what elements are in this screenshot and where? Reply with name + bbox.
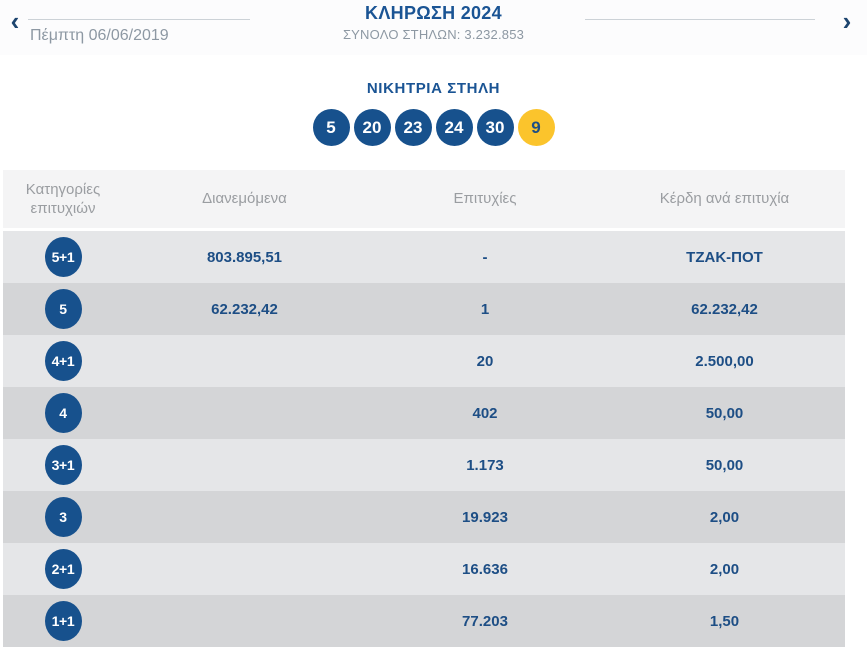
prize-value: 1,50: [709, 612, 740, 630]
column-header-category: Κατηγορίες επιτυχιών: [25, 180, 101, 218]
wins-value: 19.923: [462, 508, 508, 526]
category-badge: 5+1: [44, 237, 82, 277]
category-badge: 5: [44, 289, 82, 329]
table-row: 5+1 803.895,51 - ΤΖΑΚ-ΠΟΤ: [3, 231, 845, 283]
table-row: 4 402 50,00: [3, 387, 845, 439]
winning-number-ball: 24: [435, 109, 473, 146]
wins-value: 1: [480, 300, 490, 318]
prize-value: 2.500,00: [695, 352, 754, 370]
column-header-wins: Επιτυχίες: [453, 190, 517, 208]
prize-value: 2,00: [709, 508, 740, 526]
prize-tiers-table: Κατηγορίες επιτυχιών Διανεμόμενα Επιτυχί…: [3, 170, 845, 647]
divider-line: [585, 19, 815, 20]
table-header-row: Κατηγορίες επιτυχιών Διανεμόμενα Επιτυχί…: [3, 170, 845, 228]
next-draw-button[interactable]: ›: [835, 8, 859, 34]
winning-column-heading: ΝΙΚΗΤΡΙΑ ΣΤΗΛΗ: [366, 80, 501, 97]
prize-value: 2,00: [709, 560, 740, 578]
category-badge: 4: [44, 393, 82, 433]
category-badge: 2+1: [44, 549, 82, 589]
prize-value: 50,00: [705, 456, 744, 474]
draw-date: Πέμπτη 06/06/2019: [30, 27, 169, 44]
prize-value: ΤΖΑΚ-ΠΟΤ: [686, 248, 763, 266]
wins-value: 16.636: [462, 560, 508, 578]
draw-navigation: ‹ ΚΛΗΡΩΣΗ 2024 ΣΥΝΟΛΟ ΣΤΗΛΩΝ: 3.232.853 …: [0, 0, 867, 55]
prize-value: 50,00: [705, 404, 744, 422]
distributed-value: 62.232,42: [211, 300, 278, 318]
wins-value: -: [482, 248, 488, 266]
table-row: 3 19.923 2,00: [3, 491, 845, 543]
table-body: 5+1 803.895,51 - ΤΖΑΚ-ΠΟΤ 5 62.232,42 1 …: [3, 231, 845, 647]
winning-number-ball: 5: [312, 109, 350, 146]
wins-value: 402: [472, 404, 498, 422]
wins-value: 1.173: [466, 456, 504, 474]
winning-numbers: 5 20 23 24 30 9: [0, 109, 867, 146]
column-header-distributed: Διανεμόμενα: [202, 190, 287, 208]
category-badge: 1+1: [44, 601, 82, 641]
table-row: 4+1 20 2.500,00: [3, 335, 845, 387]
winning-number-ball: 20: [353, 109, 391, 146]
winning-number-ball: 23: [394, 109, 432, 146]
wins-value: 77.203: [462, 612, 508, 630]
table-row: 3+1 1.173 50,00: [3, 439, 845, 491]
category-badge: 3+1: [44, 445, 82, 485]
column-header-prize: Κέρδη ανά επιτυχία: [659, 190, 790, 208]
wins-value: 20: [476, 352, 494, 370]
table-row: 5 62.232,42 1 62.232,42: [3, 283, 845, 335]
table-row: 2+1 16.636 2,00: [3, 543, 845, 595]
prize-value: 62.232,42: [691, 300, 758, 318]
table-row: 1+1 77.203 1,50: [3, 595, 845, 647]
distributed-value: 803.895,51: [206, 248, 283, 266]
category-badge: 4+1: [44, 341, 82, 381]
winning-column-section: ΝΙΚΗΤΡΙΑ ΣΤΗΛΗ 5 20 23 24 30 9: [0, 80, 867, 146]
draw-title: ΚΛΗΡΩΣΗ 2024: [365, 3, 502, 23]
winning-number-ball: 30: [476, 109, 514, 146]
bonus-number-ball: 9: [517, 109, 555, 146]
category-badge: 3: [44, 497, 82, 537]
